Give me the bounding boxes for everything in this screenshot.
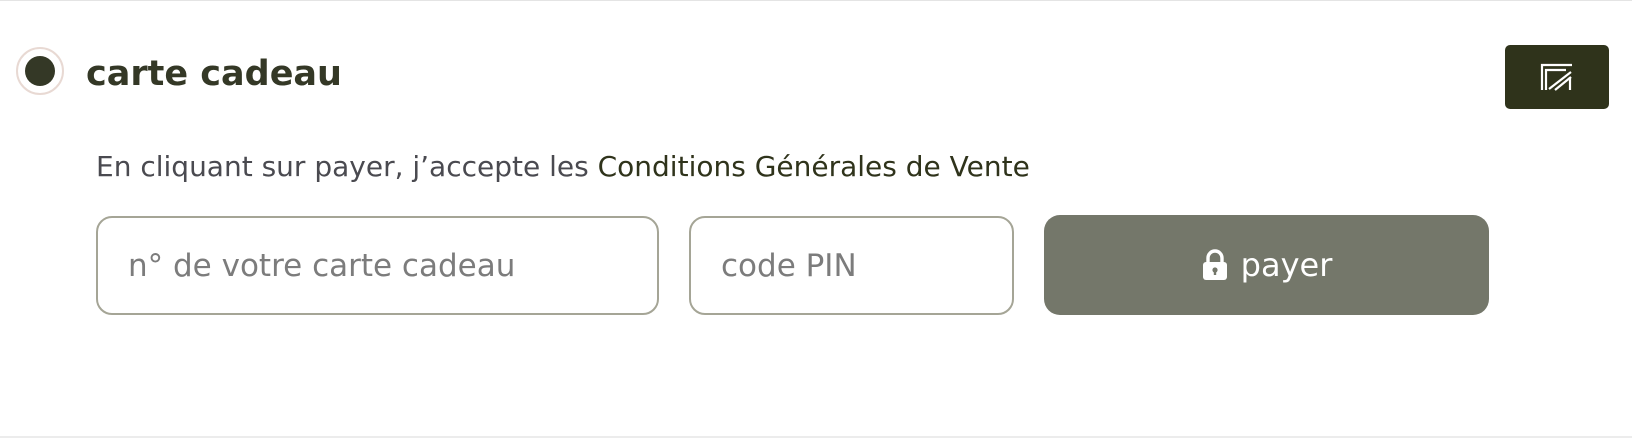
lock-icon <box>1201 249 1229 281</box>
pay-button[interactable]: payer <box>1044 215 1489 315</box>
gift-card-radio[interactable] <box>16 47 64 95</box>
gift-card-payment-panel: carte cadeau En cliquant sur payer, j’ac… <box>0 0 1632 438</box>
terms-link[interactable]: Conditions Générales de Vente <box>598 150 1030 183</box>
terms-notice: En cliquant sur payer, j’accepte les Con… <box>96 149 1030 185</box>
pin-code-input[interactable] <box>689 216 1014 315</box>
top-divider <box>0 0 1632 1</box>
radio-selected-dot <box>25 56 55 86</box>
gift-card-number-input[interactable] <box>96 216 659 315</box>
payment-option-title: carte cadeau <box>86 54 342 94</box>
terms-prefix: En cliquant sur payer, j’accepte les <box>96 150 598 183</box>
brand-logo-icon <box>1540 63 1572 91</box>
pay-button-label: payer <box>1240 246 1333 284</box>
brand-badge <box>1505 45 1609 109</box>
